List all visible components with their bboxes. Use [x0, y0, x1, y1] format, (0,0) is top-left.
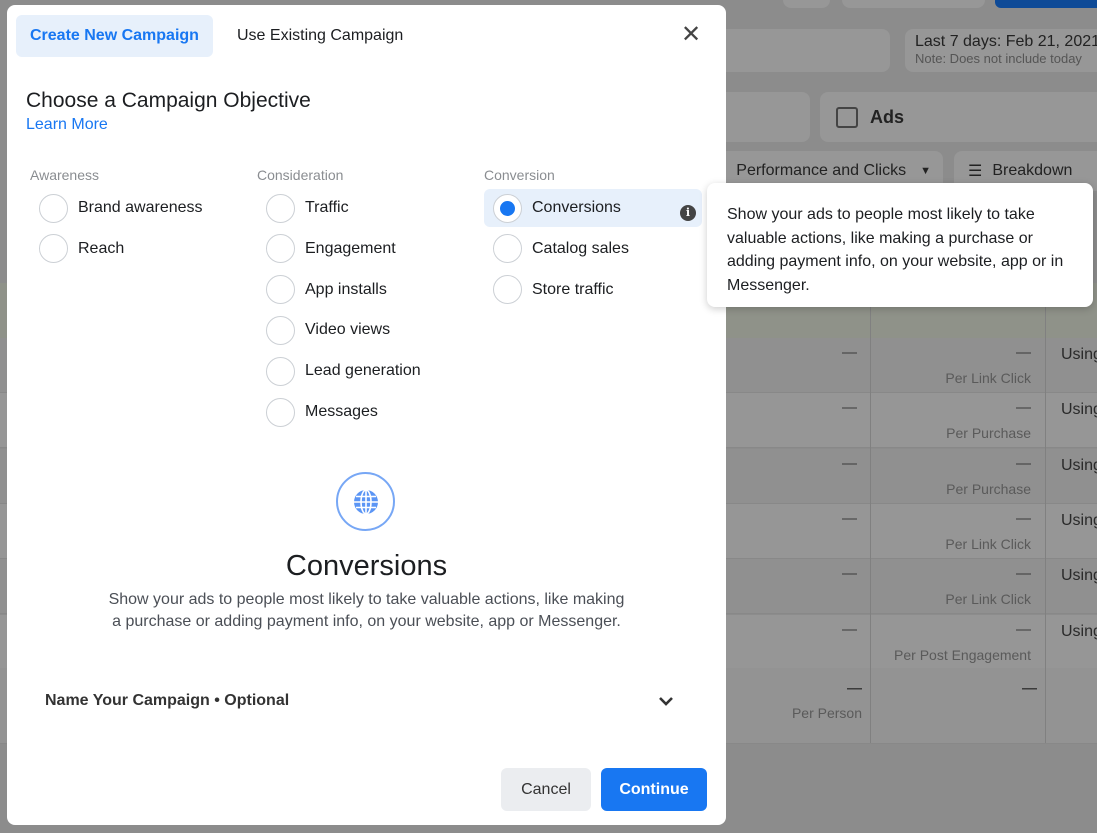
group-header: Conversion — [484, 167, 555, 183]
option-label: Brand awareness — [78, 199, 203, 216]
cancel-button[interactable]: Cancel — [501, 768, 591, 811]
cell-b: — — [1016, 565, 1031, 583]
dialog-title: Choose a Campaign Objective — [26, 89, 311, 112]
ad-window-icon — [836, 106, 858, 128]
detail-description: Show your ads to people most likely to t… — [108, 591, 625, 630]
radio-button[interactable] — [266, 234, 295, 264]
option-label: Lead generation — [305, 362, 421, 380]
objective-option-reach[interactable]: Reach — [30, 230, 248, 268]
cell-b-sub: Per Link Click — [945, 370, 1031, 386]
cell-a: — — [842, 565, 857, 583]
info-icon[interactable]: i — [680, 205, 696, 221]
ads-tab-label: Ads — [870, 106, 905, 127]
globe-icon — [336, 472, 395, 531]
detail-title: Conversions — [285, 550, 448, 582]
cell-a: — — [842, 344, 857, 361]
cell-b: — — [1016, 454, 1031, 472]
radio-button[interactable] — [39, 234, 68, 264]
radio-button[interactable] — [39, 193, 68, 223]
cell-b: — — [1016, 399, 1031, 417]
radio-dot — [500, 200, 515, 216]
objective-option-video-views[interactable]: Video views — [257, 311, 475, 349]
objective-option-catalog-sales[interactable]: Catalog sales — [484, 230, 702, 268]
cell-a: — — [842, 620, 857, 638]
cell-b-sub: Per Post Engagement — [894, 646, 1031, 663]
cell-b: — — [1016, 344, 1031, 361]
campaign-objective-dialog: Create New Campaign Use Existing Campaig… — [7, 5, 726, 825]
breakdown-label: Breakdown — [992, 162, 1073, 179]
radio-button[interactable] — [493, 275, 522, 305]
option-label: Messages — [305, 403, 378, 420]
total-a: — — [847, 680, 862, 697]
cell-b-sub: Per Purchase — [946, 480, 1031, 497]
tab-create-new-campaign[interactable]: Create New Campaign — [16, 15, 213, 57]
radio-button[interactable] — [266, 275, 295, 305]
chevron-down-icon — [659, 697, 673, 706]
option-label: Conversions — [532, 199, 621, 216]
cell-b: — — [1016, 620, 1031, 638]
option-label: Engagement — [305, 239, 396, 257]
breakdown-icon: ☰ — [968, 163, 983, 180]
cell-c: Using — [1061, 456, 1097, 474]
objective-tooltip: Show your ads to people most likely to t… — [707, 183, 1093, 307]
cell-b-sub: Per Purchase — [946, 425, 1031, 442]
radio-button[interactable] — [266, 193, 295, 223]
option-label: Video views — [305, 321, 391, 339]
caret-down-icon: ▼ — [920, 165, 931, 177]
radio-button[interactable] — [266, 315, 295, 345]
tab-ads[interactable]: Ads — [820, 92, 1097, 142]
objective-option-traffic[interactable]: Traffic — [257, 189, 475, 227]
cell-c: Using — [1061, 346, 1097, 363]
cell-a: — — [842, 509, 857, 527]
objective-option-lead-generation[interactable]: Lead generation — [257, 352, 475, 390]
cell-c: Using — [1061, 401, 1097, 419]
group-header: Consideration — [257, 167, 344, 183]
date-note: Note: Does not include today — [915, 51, 1082, 66]
option-label: Catalog sales — [532, 239, 629, 257]
radio-button[interactable] — [493, 193, 522, 223]
radio-button[interactable] — [266, 397, 295, 427]
group-header: Awareness — [30, 167, 100, 183]
date-range-picker[interactable]: Last 7 days: Feb 21, 2021 Note: Does not… — [905, 29, 1097, 72]
date-range: Last 7 days: Feb 21, 2021 — [915, 33, 1097, 50]
objective-option-brand-awareness[interactable]: Brand awareness — [30, 189, 248, 227]
cell-c: Using — [1061, 622, 1097, 640]
objective-option-store-traffic[interactable]: Store traffic — [484, 271, 702, 309]
learn-more-link[interactable]: Learn More — [26, 116, 108, 134]
option-label: Traffic — [305, 199, 349, 216]
cell-c: Using — [1061, 511, 1097, 529]
primary-button-bg — [995, 0, 1097, 8]
cell-b-sub: Per Link Click — [945, 591, 1031, 608]
option-label: App installs — [305, 280, 387, 298]
total-a-sub: Per Person — [791, 705, 862, 721]
objective-option-conversions[interactable]: Conversions — [484, 189, 702, 227]
name-campaign-section[interactable]: Name Your Campaign • Optional — [27, 681, 692, 721]
objective-option-app-installs[interactable]: App installs — [257, 271, 475, 309]
close-icon[interactable]: ✕ — [681, 23, 701, 47]
cell-c: Using — [1061, 567, 1097, 585]
cell-b-sub: Per Link Click — [945, 535, 1031, 552]
continue-button[interactable]: Continue — [601, 768, 707, 811]
tab-use-existing-campaign[interactable]: Use Existing Campaign — [223, 15, 417, 57]
option-label: Reach — [78, 239, 125, 257]
objective-option-engagement[interactable]: Engagement — [257, 230, 475, 268]
option-label: Store traffic — [532, 280, 614, 298]
name-section-label: Name Your Campaign • Optional — [45, 692, 290, 709]
cell-b: — — [1016, 509, 1031, 527]
radio-button[interactable] — [493, 234, 522, 264]
cell-a: — — [842, 454, 857, 472]
total-b: — — [1022, 680, 1037, 697]
cell-a: — — [842, 399, 857, 417]
radio-button[interactable] — [266, 356, 295, 386]
columns-label: Performance and Clicks — [736, 162, 907, 179]
objective-option-messages[interactable]: Messages — [257, 393, 475, 431]
